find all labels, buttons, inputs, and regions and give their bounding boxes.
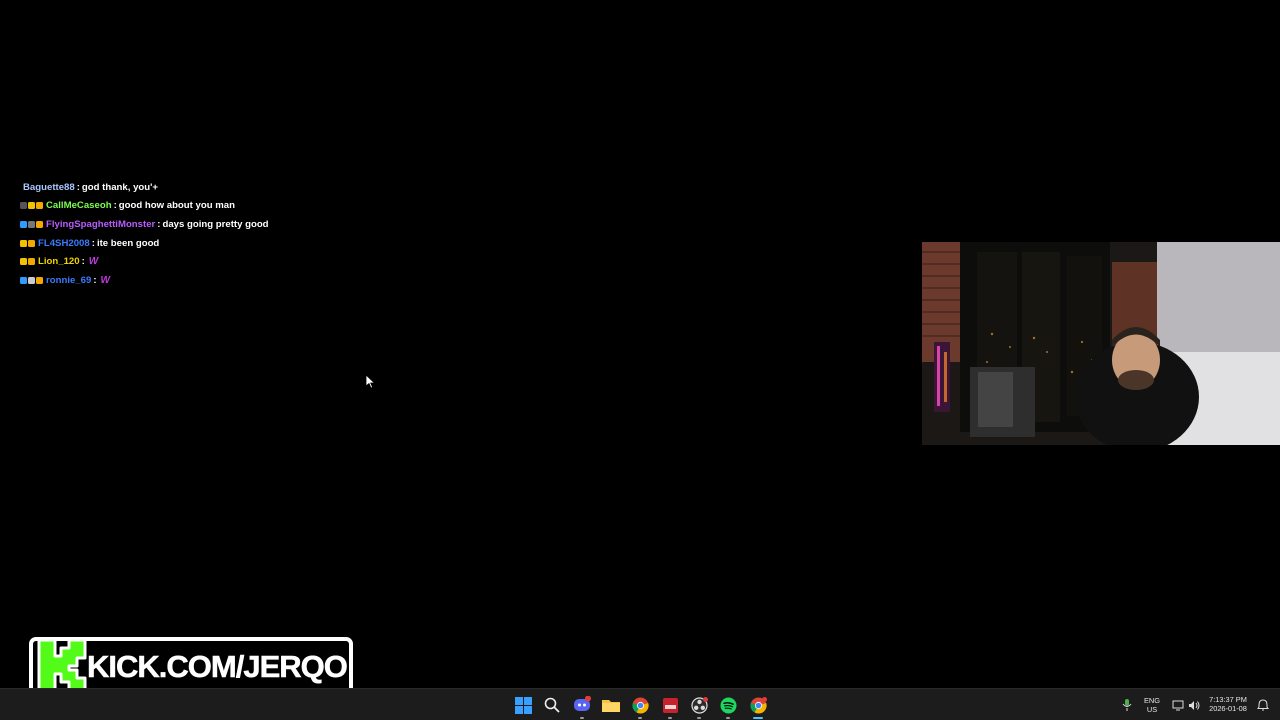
chat-message: FlyingSpaghettiMonster: days going pretty… (20, 215, 269, 234)
chat-badges (20, 220, 43, 228)
chat-username[interactable]: FL4SH2008 (38, 238, 90, 249)
language-indicator[interactable]: ENG US (1140, 696, 1164, 714)
badge-icon (28, 220, 35, 228)
badge-icon (36, 202, 43, 210)
notification-center-button[interactable] (1253, 695, 1273, 715)
network-icon (1172, 700, 1184, 710)
webcam-image (922, 242, 1280, 445)
chat-username[interactable]: ronnie_69 (46, 275, 91, 286)
search-icon (544, 697, 560, 713)
chat-badges (20, 276, 43, 284)
folder-icon (602, 700, 620, 712)
microphone-tray-button[interactable] (1117, 695, 1137, 715)
discord-taskbar-button[interactable] (572, 695, 592, 719)
webcam-feed (922, 242, 1280, 445)
microphone-icon (1122, 699, 1132, 711)
chat-badges (20, 239, 35, 247)
chat-badges (20, 202, 43, 210)
windows-icon (514, 696, 532, 714)
mouse-cursor-icon (366, 375, 376, 389)
chat-emote: W (88, 256, 99, 268)
chat-username[interactable]: FlyingSpaghettiMonster (46, 219, 155, 230)
chat-message: Lion_120: W (20, 252, 269, 271)
chat-message: Baguette88: god thank, you'+ (20, 178, 269, 197)
badge-icon (28, 202, 35, 210)
chat-overlay: Baguette88: god thank, you'+ CallMeCaseoh:… (20, 178, 269, 290)
volume-tray-button[interactable] (1184, 695, 1204, 715)
notification-bell-icon (1257, 699, 1269, 711)
file-explorer-button[interactable] (601, 695, 621, 715)
search-button[interactable] (542, 695, 562, 715)
chat-separator: : (157, 218, 161, 230)
chat-username[interactable]: CallMeCaseoh (46, 200, 112, 211)
chat-separator: : (81, 256, 85, 268)
chrome-taskbar-button[interactable] (630, 695, 650, 719)
discord-icon (574, 696, 591, 711)
kick-url-text: KICK.COM/JERQO (87, 649, 348, 685)
app-icon (662, 697, 678, 713)
spotify-icon (720, 697, 736, 713)
badge-icon (20, 220, 27, 228)
badge-icon (28, 239, 35, 247)
chat-username[interactable]: Lion_120 (38, 256, 80, 267)
kick-logo-icon (37, 638, 87, 692)
chat-text: days going pretty good (162, 218, 269, 230)
chat-username[interactable]: Baguette88 (23, 182, 75, 193)
language-code: ENG (1143, 696, 1160, 705)
spotify-taskbar-button[interactable] (718, 695, 738, 719)
badge-icon (20, 239, 27, 247)
windows-taskbar: ENG US 7:13:37 PM 2026-01-08 (0, 688, 1280, 720)
badge-icon (28, 276, 35, 284)
region-code: US (1146, 705, 1158, 714)
chrome-icon (631, 697, 649, 714)
chat-message: ronnie_69: W (20, 271, 269, 290)
badge-icon (28, 258, 35, 266)
chat-separator: : (91, 237, 95, 249)
chat-badges (20, 258, 35, 266)
chat-message: CallMeCaseoh: good how about you man (20, 197, 269, 216)
badge-icon (20, 276, 27, 284)
volume-icon (1189, 700, 1200, 710)
badge-icon (36, 276, 43, 284)
badge-icon (20, 202, 27, 210)
chat-message: FL4SH2008: ite been good (20, 234, 269, 253)
system-clock[interactable]: 7:13:37 PM 2026-01-08 (1204, 695, 1252, 713)
chat-separator: : (113, 200, 117, 212)
chrome-icon (749, 696, 767, 714)
chat-separator: : (76, 181, 80, 193)
chat-text: ite been good (96, 237, 160, 249)
obs-taskbar-button[interactable] (689, 695, 709, 719)
chat-text: god thank, you'+ (81, 181, 159, 193)
chrome-profile-taskbar-button[interactable] (748, 695, 768, 719)
badge-icon (20, 258, 27, 266)
chat-text: good how about you man (118, 200, 235, 212)
obs-icon (690, 696, 708, 714)
app-taskbar-button[interactable] (660, 695, 680, 719)
chat-separator: : (93, 274, 97, 286)
start-button[interactable] (513, 695, 533, 715)
clock-time: 7:13:37 PM (1209, 695, 1247, 704)
clock-date: 2026-01-08 (1209, 704, 1247, 713)
badge-icon (36, 220, 43, 228)
chat-emote: W (100, 274, 110, 286)
